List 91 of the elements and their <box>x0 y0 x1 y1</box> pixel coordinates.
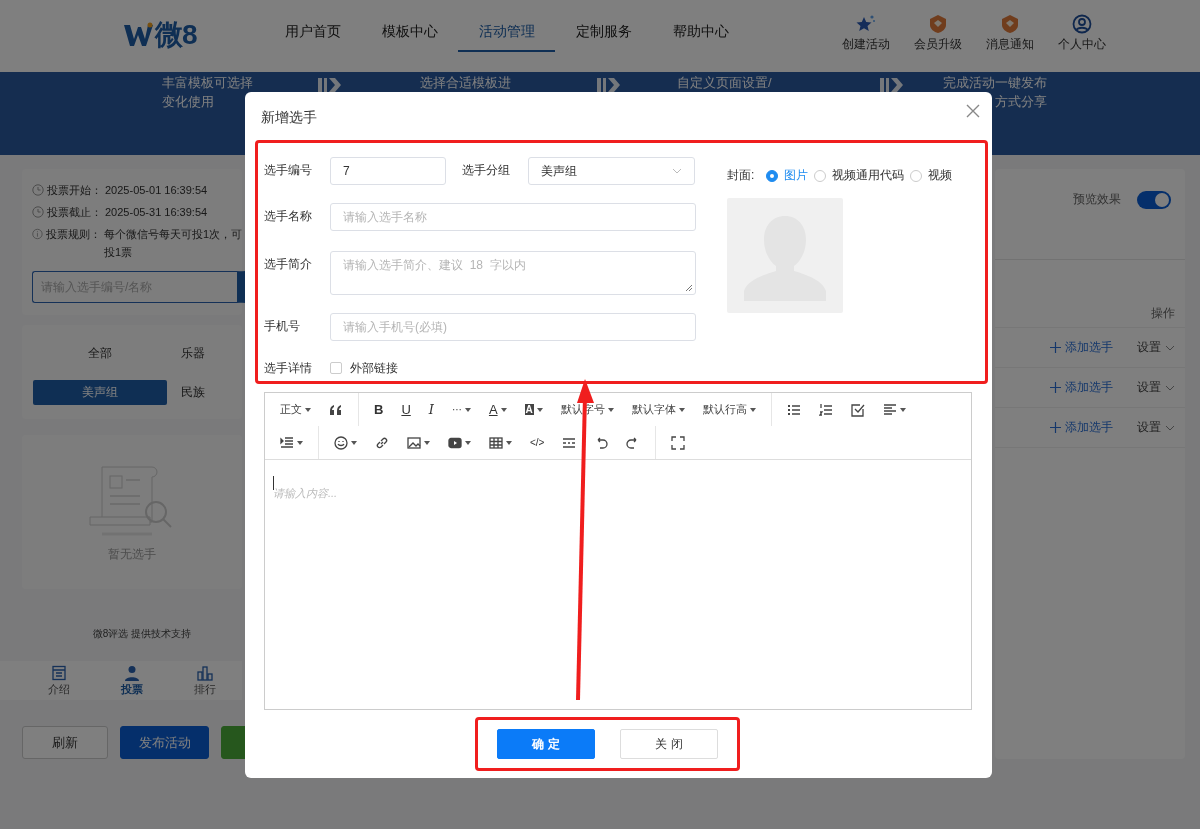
toolbar-button[interactable]: 正文 <box>271 397 320 422</box>
clock-icon <box>32 206 44 218</box>
nav-tab[interactable]: 模板中心 <box>361 0 458 52</box>
settings-dropdown[interactable]: 设置 <box>1137 419 1175 436</box>
close-icon[interactable] <box>966 104 980 118</box>
number-field[interactable]: 7 <box>330 157 446 185</box>
field-label: 选手名称 <box>264 208 313 225</box>
banner-text: 变化使用 <box>162 93 214 111</box>
nav-tab[interactable]: 用户首页 <box>264 0 361 52</box>
logo-icon <box>123 22 153 48</box>
banner-text: 自定义页面设置/ <box>677 74 772 92</box>
header-action[interactable]: 个人中心 <box>1046 14 1118 53</box>
plus-icon <box>1050 422 1061 433</box>
field-label: 选手简介 <box>264 256 313 273</box>
field-label: 封面: <box>727 167 755 184</box>
page-button[interactable]: 发布活动 <box>120 726 209 759</box>
toolbar-button[interactable]: A <box>515 397 552 422</box>
plus-icon <box>1050 382 1061 393</box>
dialog-title: 新增选手 <box>261 108 317 127</box>
column-header: 操作 <box>1151 306 1175 320</box>
preview-toggle[interactable] <box>1137 191 1171 209</box>
checkbox-label: 外部链接 <box>350 359 398 377</box>
group-tab[interactable]: 全部 <box>33 341 167 366</box>
header-action[interactable]: 消息通知 <box>974 14 1046 53</box>
dialog-button[interactable]: 确 定 <box>497 729 595 759</box>
header-action[interactable]: 创建活动 <box>830 14 902 53</box>
logo[interactable]: 微8 <box>123 16 264 54</box>
toolbar-button[interactable]: A <box>479 397 516 422</box>
chevron-down-icon <box>1165 384 1175 391</box>
bar-chart-icon <box>197 665 214 681</box>
info-value: 每个微信号每天可投1次，可 <box>103 227 242 241</box>
nav-tab[interactable]: 帮助中心 <box>652 0 749 52</box>
radio-label: 视频 <box>928 167 953 184</box>
toolbar-button[interactable]: B <box>365 397 393 422</box>
toolbar-button[interactable]: 默认字体 <box>622 397 694 422</box>
document-icon <box>50 665 67 681</box>
info-label: 投票开始： <box>47 183 102 197</box>
add-player-link[interactable]: 添加选手 <box>1050 419 1113 436</box>
resize-grip-icon[interactable] <box>685 284 693 292</box>
info-value: 投1票 <box>103 245 133 259</box>
user-icon <box>1072 14 1092 34</box>
info-label: 投票截止： <box>47 205 102 219</box>
preview-label: 预览效果 <box>1073 191 1121 208</box>
info-value: 2025-05-01 16:39:54 <box>105 183 208 197</box>
add-player-link[interactable]: 添加选手 <box>1050 379 1113 396</box>
radio-label: 图片 <box>784 167 809 184</box>
toolbar-button[interactable]: U <box>392 397 420 422</box>
field-label: 选手编号 <box>264 162 313 179</box>
info-label: 投票规则： <box>45 227 101 241</box>
radio-button[interactable] <box>766 169 779 182</box>
info-icon <box>32 228 43 240</box>
nav-tab[interactable]: 活动管理 <box>458 0 555 52</box>
banner-text: 方式分享 <box>995 93 1047 111</box>
person-icon <box>124 665 140 681</box>
page-button[interactable]: 刷新 <box>22 726 108 759</box>
clock-icon <box>32 184 44 196</box>
bottom-tab[interactable]: 排行 <box>168 665 242 697</box>
toolbar-button[interactable]: I <box>419 397 443 422</box>
toolbar-button[interactable]: ··· <box>442 397 480 422</box>
badge-icon <box>928 14 948 34</box>
info-value: 2025-05-31 16:39:54 <box>105 205 208 219</box>
chevron-down-icon <box>1165 344 1175 351</box>
nav-tab[interactable]: 定制服务 <box>555 0 652 52</box>
toolbar-button[interactable]: 默认行高 <box>693 397 765 422</box>
step-arrow-icon <box>318 76 342 94</box>
bottom-tab[interactable]: 投票 <box>95 665 169 697</box>
step-arrow-icon <box>597 76 621 94</box>
add-player-link[interactable]: 添加选手 <box>1050 339 1113 356</box>
star-icon <box>855 14 877 34</box>
field-label: 选手分组 <box>462 162 511 179</box>
checkbox[interactable] <box>330 362 342 374</box>
chevron-down-icon <box>672 168 682 174</box>
header-action[interactable]: 会员升级 <box>902 14 974 53</box>
banner-text: 选择合适模板进 <box>420 74 511 92</box>
toolbar-button[interactable]: </> <box>521 430 554 455</box>
dialog-button[interactable]: 关 闭 <box>620 729 718 759</box>
plus-icon <box>1050 342 1061 353</box>
settings-dropdown[interactable]: 设置 <box>1137 339 1175 356</box>
bottom-tab[interactable]: 介绍 <box>22 665 96 697</box>
banner-text: 丰富模板可选择 <box>162 74 253 92</box>
credit-text: 微8评选 提供技术支持 <box>91 627 193 641</box>
banner-text: 完成活动一键发布 <box>943 74 1047 92</box>
field-label: 选手详情 <box>264 360 313 377</box>
chevron-down-icon <box>1165 424 1175 431</box>
radio-label: 视频通用代码 <box>832 167 905 184</box>
group-tab[interactable]: 美声组 <box>33 380 167 405</box>
group-select[interactable]: 美声组 <box>528 157 695 185</box>
badge-icon <box>1000 14 1020 34</box>
field-label: 手机号 <box>264 318 301 335</box>
step-arrow-icon <box>880 76 904 94</box>
settings-dropdown[interactable]: 设置 <box>1137 379 1175 396</box>
